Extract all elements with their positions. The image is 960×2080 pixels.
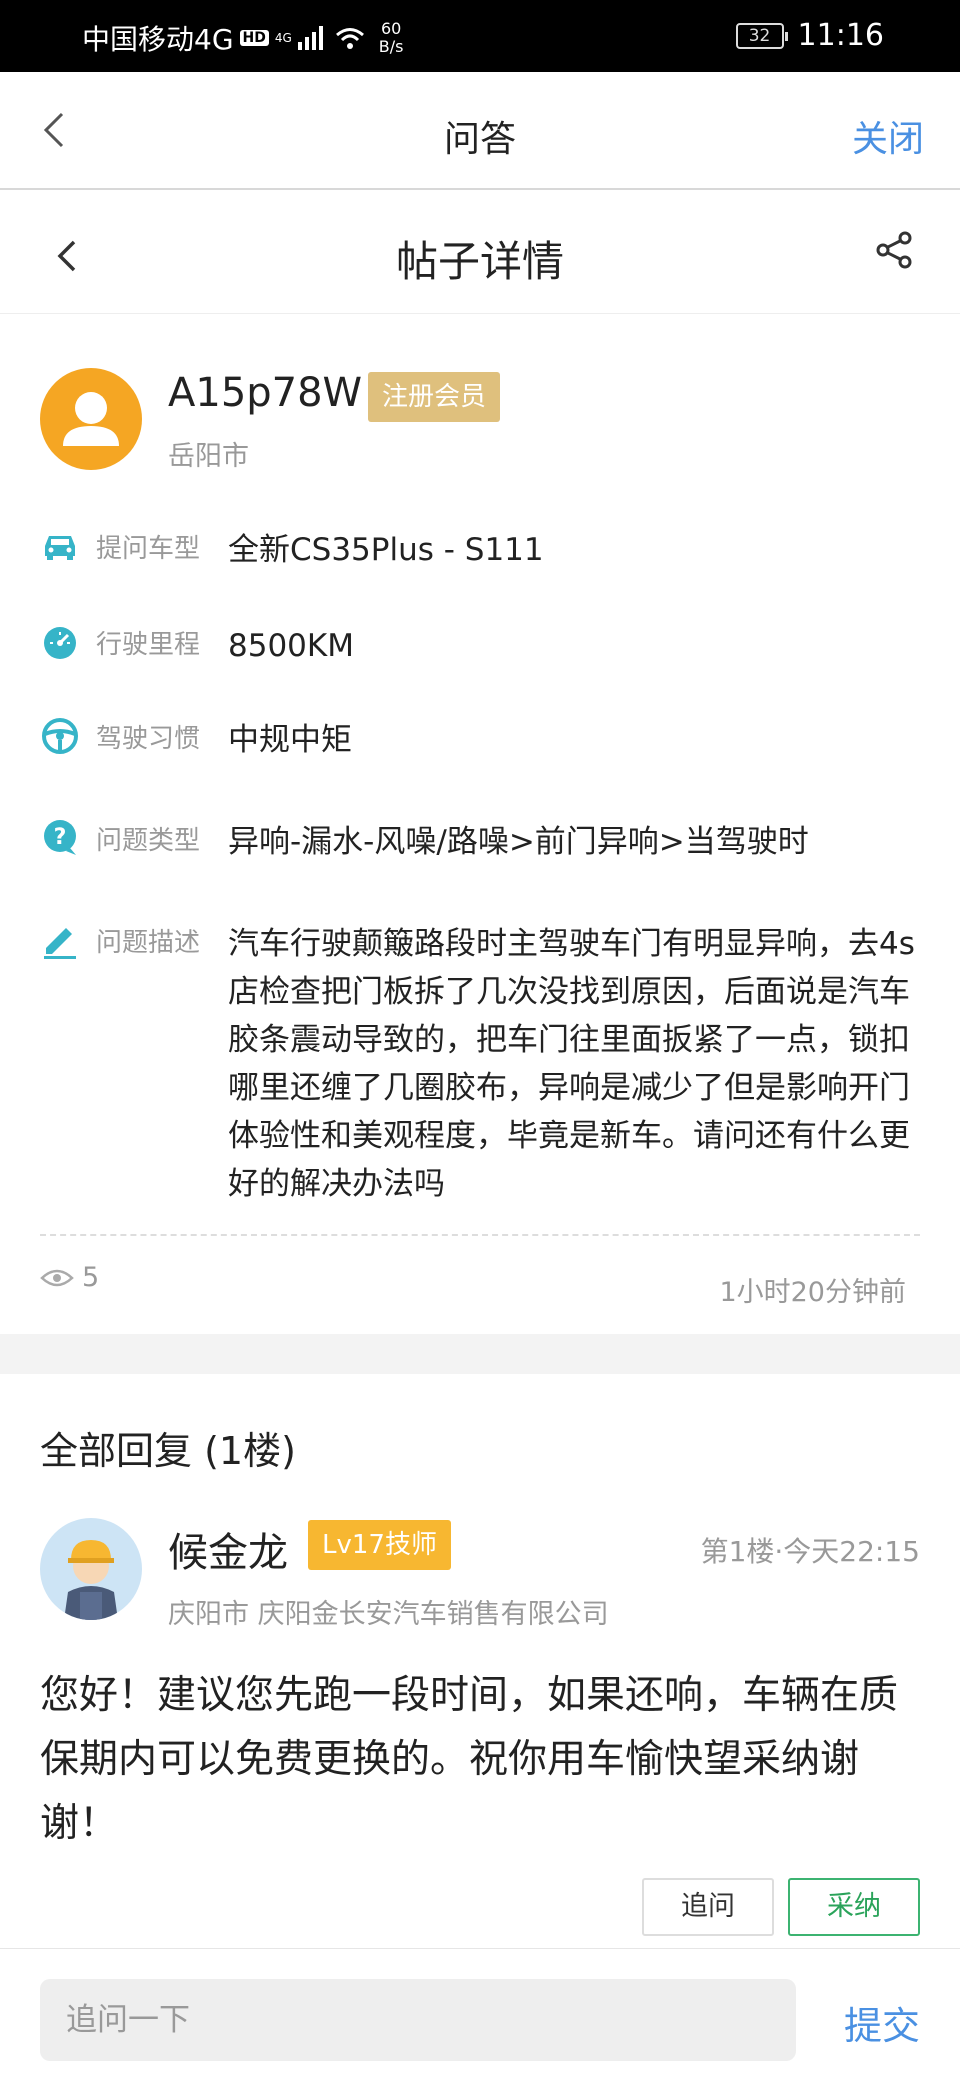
view-count-value: 5 [82, 1262, 100, 1293]
network-type-label: 4G [274, 31, 292, 45]
page-title: 帖子详情 [395, 237, 564, 286]
pencil-icon [44, 928, 76, 959]
webview-title: 问答 [443, 119, 516, 160]
field-label: 问题类型 [96, 826, 201, 856]
follow-up-input[interactable] [40, 1979, 796, 2061]
field-value: 汽车行驶颠簸路段时主驾驶车门有明显异响，去4s店检查把门板拆了几次没找到原因，后… [228, 926, 915, 1202]
user-icon [63, 392, 119, 446]
question-icon: ? [44, 820, 76, 855]
clock: 11:16 [797, 18, 884, 53]
steering-wheel-icon [42, 718, 78, 754]
reply-floor-time: 第1楼·今天22:15 [700, 1535, 920, 1568]
field-value: 异响-漏水-风噪/路噪>前门异响>当驾驶时 [228, 824, 809, 860]
reply-author-name[interactable]: 候金龙 [168, 1520, 288, 1578]
section-gap [0, 1334, 960, 1374]
mechanic-icon [64, 1540, 118, 1620]
field-label: 提问车型 [96, 534, 201, 564]
reply-avatar[interactable] [40, 1518, 142, 1620]
close-button[interactable]: 关闭 [852, 110, 924, 162]
battery-icon: 32 [735, 22, 788, 49]
carrier-label: 中国移动4G [82, 23, 234, 56]
technician-badge: Lv17技师 [308, 1520, 451, 1570]
reply-author-meta: 庆阳市 庆阳金长安汽车销售有限公司 [168, 1599, 609, 1630]
field-label: 行驶里程 [96, 630, 201, 660]
follow-up-button[interactable]: 追问 [642, 1878, 774, 1936]
network-speed: 60 B/s [379, 20, 404, 56]
bottom-bar: 提交 [0, 1948, 960, 2080]
speed-unit: B/s [378, 37, 404, 56]
author-name[interactable]: A15p78W [168, 370, 362, 416]
replies-heading: 全部回复 (1楼) [40, 1429, 296, 1473]
view-count: 5 [40, 1262, 99, 1293]
share-icon[interactable] [874, 230, 914, 270]
reply-text: 您好！建议您先跑一段时间，如果还响，车辆在质保期内可以免费更换的。祝你用车愉快望… [40, 1673, 899, 1846]
status-right: 32 11:16 [735, 18, 884, 53]
webview-header: 问答 关闭 [0, 72, 960, 190]
accept-button[interactable]: 采纳 [788, 1878, 920, 1936]
field-label: 问题描述 [96, 928, 201, 958]
submit-button[interactable]: 提交 [844, 1995, 920, 2050]
signal-icon [297, 26, 323, 50]
car-icon [45, 536, 75, 560]
svg-text:?: ? [54, 825, 67, 850]
eye-icon [40, 1269, 74, 1286]
field-label: 驾驶习惯 [96, 724, 201, 754]
field-value: 全新CS35Plus - S111 [228, 532, 544, 568]
field-value: 中规中矩 [228, 722, 352, 758]
divider [40, 1234, 920, 1236]
wifi-icon [335, 28, 364, 49]
status-left: 中国移动4G HD 4G 60 B/s [82, 18, 404, 58]
author-city: 岳阳市 [168, 441, 249, 472]
speed-value: 60 [380, 19, 402, 38]
speedometer-icon [44, 627, 76, 659]
page-header: 帖子详情 [0, 192, 960, 314]
field-value: 8500KM [228, 628, 354, 664]
hd-icon: HD [239, 30, 269, 46]
member-badge: 注册会员 [368, 372, 501, 422]
status-bar: 中国移动4G HD 4G 60 B/s 32 11:16 [0, 0, 960, 72]
post-time: 1小时20分钟前 [719, 1277, 906, 1308]
author-avatar[interactable] [40, 368, 142, 470]
